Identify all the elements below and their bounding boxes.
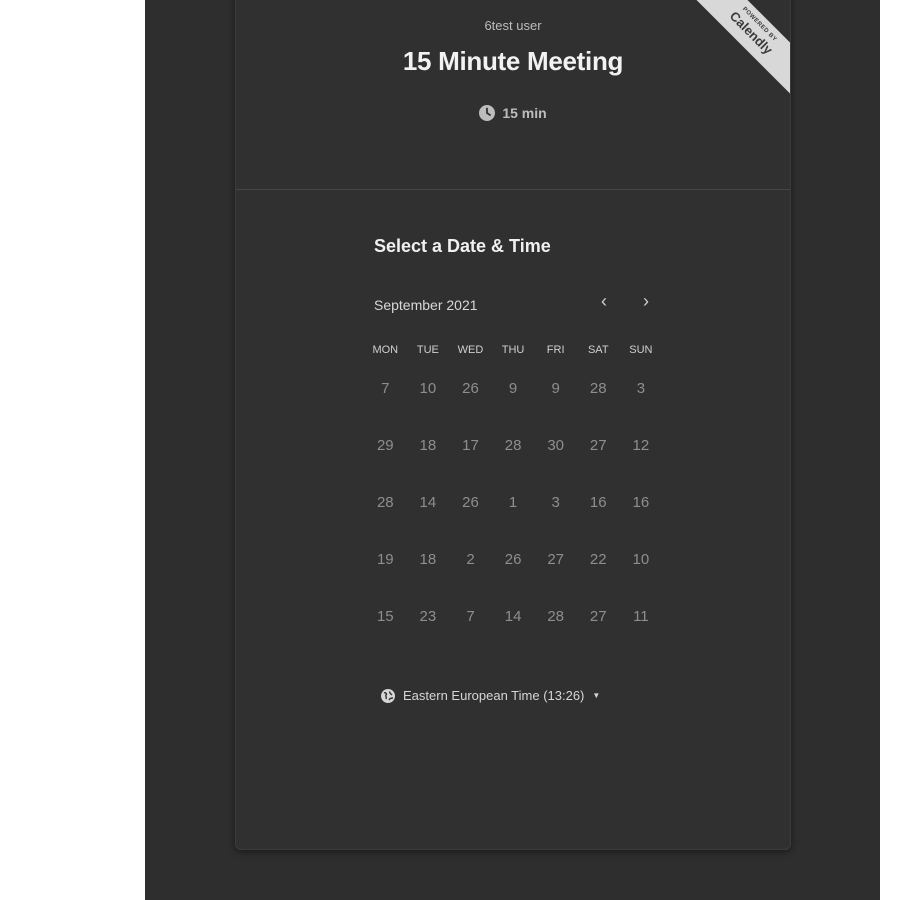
booking-card: 6test user 15 Minute Meeting 15 min POWE…: [235, 0, 791, 850]
prev-month-button[interactable]: ‹: [590, 287, 618, 315]
calendar-day: 27: [547, 551, 565, 568]
weekday-label: FRI: [546, 344, 565, 356]
calendar-day: 16: [589, 494, 607, 511]
calendar-day: 19: [376, 551, 394, 568]
calendar-week: 28 14 26 1 3 16 16: [364, 491, 662, 515]
timezone-label: Eastern European Time (13:26): [403, 688, 585, 703]
event-duration: 15 min: [236, 105, 790, 121]
calendar-day: 18: [419, 551, 437, 568]
calendar-day: 2: [466, 551, 475, 568]
calendar-week: 19 18 2 26 27 22 10: [364, 548, 662, 572]
calendar-day: 1: [508, 494, 518, 511]
calendar-week: 7 10 26 9 9 28 3: [364, 377, 662, 401]
weekday-label: SAT: [587, 344, 609, 356]
calendar-day: 14: [419, 494, 437, 511]
weekday-header: MON TUE WED THU FRI SAT SUN: [364, 344, 662, 356]
weekday-label: TUE: [416, 344, 439, 356]
clock-icon: [479, 105, 496, 121]
calendar-day: 10: [632, 551, 650, 568]
month-label: September 2021: [374, 297, 478, 313]
calendar-day: 7: [381, 380, 390, 397]
calendar-day: 12: [632, 437, 650, 454]
calendar-day: 18: [419, 437, 437, 454]
calendar-day: 16: [632, 494, 650, 511]
calendar-day: 3: [551, 494, 560, 511]
next-month-button[interactable]: ›: [632, 287, 660, 315]
calendar-week: 29 18 17 28 30 27 12: [364, 434, 662, 458]
event-header: 6test user 15 Minute Meeting 15 min POWE…: [236, 0, 790, 190]
calendar-week: 15 23 7 14 28 27 11: [364, 605, 662, 629]
caret-down-icon: ▼: [592, 691, 601, 700]
calendar-day: 7: [466, 608, 475, 625]
weekday-label: MON: [372, 344, 399, 356]
calendar-day: 10: [419, 380, 437, 397]
timezone-selector[interactable]: Eastern European Time (13:26) ▼: [381, 688, 600, 703]
calendar-day: 17: [462, 437, 479, 454]
calendar-day: 28: [547, 608, 565, 625]
calendar-day: 22: [589, 551, 607, 568]
weekday-label: SUN: [629, 344, 653, 356]
calendar-day: 15: [376, 608, 394, 625]
select-date-heading: Select a Date & Time: [374, 236, 551, 256]
calendar-day: 26: [504, 551, 522, 568]
globe-icon: [381, 688, 395, 703]
weekday-label: THU: [501, 344, 525, 356]
calendar-day: 27: [589, 437, 607, 454]
calendar-day: 28: [589, 380, 607, 397]
powered-by-ribbon[interactable]: POWERED BY Calendly: [680, 0, 790, 96]
chevron-left-icon: ‹: [601, 290, 607, 311]
calendar-day: 3: [636, 380, 646, 397]
calendar-day: 26: [462, 494, 479, 511]
calendar-day: 28: [376, 494, 394, 511]
calendar-day: 26: [462, 380, 479, 397]
calendar-day: 30: [547, 437, 565, 454]
calendar-day: 9: [508, 380, 518, 397]
calendar-day: 28: [504, 437, 522, 454]
chevron-right-icon: ›: [643, 290, 649, 311]
duration-label: 15 min: [502, 105, 547, 121]
calendar-day: 14: [504, 608, 522, 625]
calendar-day: 23: [419, 608, 437, 625]
calendar-day: 29: [376, 437, 394, 454]
calendar-day: 11: [633, 608, 649, 625]
weekday-label: WED: [457, 344, 484, 356]
calendar-day: 27: [589, 608, 607, 625]
calendar-day: 9: [551, 380, 560, 397]
